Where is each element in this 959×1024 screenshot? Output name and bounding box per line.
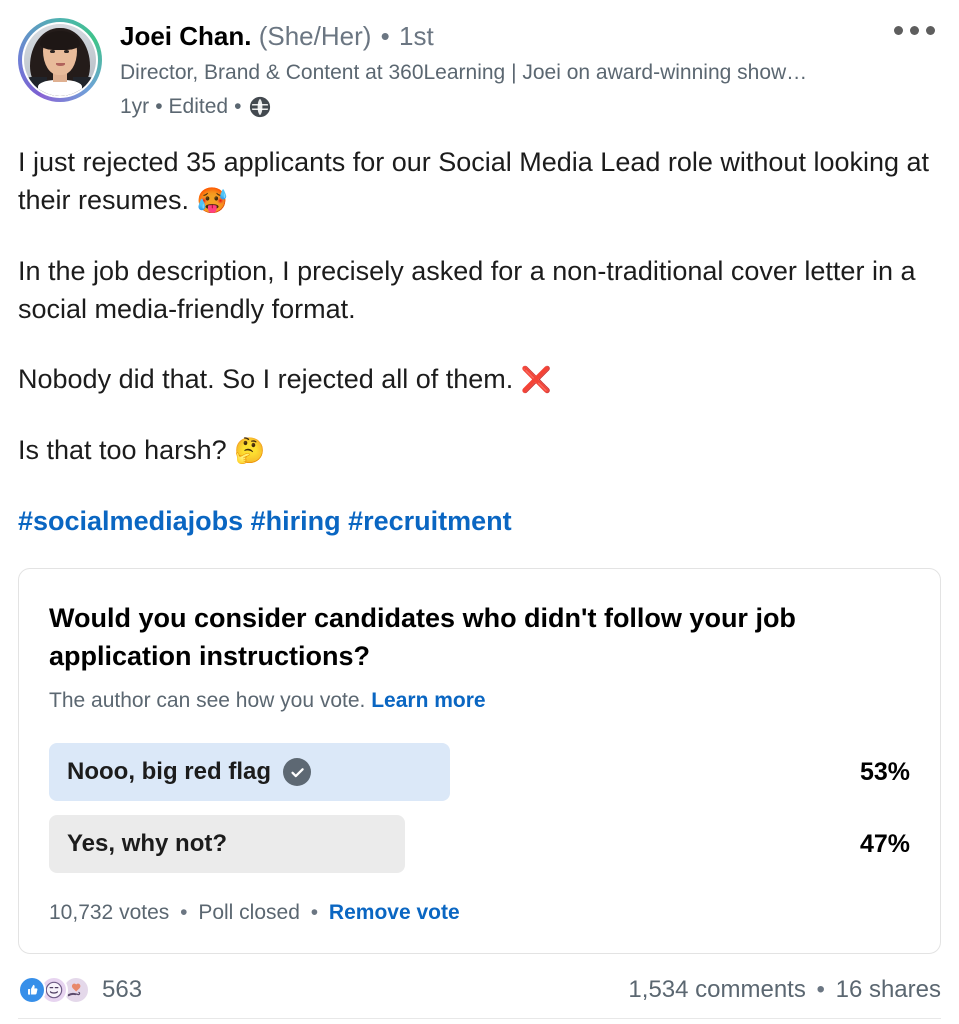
cross-mark-emoji: ❌ <box>520 365 552 394</box>
post-edited-label: Edited <box>168 95 229 118</box>
poll-option-percent: 47% <box>859 829 910 858</box>
social-counts-row: 563 1,534 comments • 16 shares <box>0 960 959 1018</box>
post-age: 1yr <box>120 95 150 118</box>
post-hashtags-line: #socialmediajobs #hiring #recruitment <box>18 502 941 540</box>
paragraph-text: Nobody did that. So I rejected all of th… <box>18 364 521 394</box>
poll-option-label: Yes, why not? <box>67 830 228 857</box>
globe-icon <box>249 96 271 118</box>
check-circle-icon <box>283 758 311 786</box>
poll-footer-separator-2: • <box>310 901 319 924</box>
poll-question: Would you consider candidates who didn't… <box>49 603 796 671</box>
reactions-summary[interactable]: 563 <box>18 976 142 1004</box>
poll-bar-track: Nooo, big red flag <box>49 743 806 801</box>
author-headline: Director, Brand & Content at 360Learning… <box>120 61 808 84</box>
poll-options: Nooo, big red flag 53% Yes, why not? 47% <box>49 743 910 873</box>
avatar-photo <box>24 24 96 96</box>
poll-footer: 10,732 votes • Poll closed • Remove vote <box>49 899 910 927</box>
hashtag-links[interactable]: #socialmediajobs #hiring #recruitment <box>18 506 512 536</box>
poll-vote-count: 10,732 votes <box>49 901 170 924</box>
paragraph-text: In the job description, I precisely aske… <box>18 256 916 324</box>
comments-count[interactable]: 1,534 comments <box>628 976 805 1003</box>
post-paragraph-1: I just rejected 35 applicants for our So… <box>18 143 941 220</box>
more-dot-3 <box>926 26 935 35</box>
thinking-face-emoji: 🤔 <box>234 436 266 465</box>
reaction-count: 563 <box>102 976 143 1003</box>
poll-status: Poll closed <box>198 901 300 924</box>
poll-option-percent: 53% <box>859 757 910 786</box>
linkedin-post: Joei Chan. (She/Her) • 1st Director, Bra… <box>0 0 959 1024</box>
author-pronouns: (She/Her) <box>258 21 372 51</box>
poll-option-label: Nooo, big red flag <box>67 758 271 785</box>
avatar[interactable] <box>18 18 102 102</box>
remove-vote-button[interactable]: Remove vote <box>329 901 460 924</box>
meta-separator-1: • <box>155 95 163 118</box>
post-meta: 1yr • Edited • <box>120 93 945 121</box>
poll-option-label-wrap: Yes, why not? <box>67 815 227 873</box>
post-paragraph-3: Nobody did that. So I rejected all of th… <box>18 360 941 399</box>
bottom-divider <box>18 1018 941 1019</box>
like-reaction-icon <box>18 976 46 1004</box>
post-paragraph-4: Is that too harsh? 🤔 <box>18 431 941 470</box>
author-name[interactable]: Joei Chan. <box>120 21 251 51</box>
social-separator: • <box>816 976 825 1003</box>
meta-separator-2: • <box>234 95 242 118</box>
more-dot-2 <box>910 26 919 35</box>
poll-bar-track: Yes, why not? <box>49 815 806 873</box>
more-options-button[interactable] <box>888 20 941 41</box>
reaction-icon-stack <box>18 976 90 1004</box>
avatar-ring-inner <box>22 22 98 98</box>
paragraph-text: I just rejected 35 applicants for our So… <box>18 147 930 215</box>
more-dot-1 <box>894 26 903 35</box>
poll-option-row[interactable]: Yes, why not? 47% <box>49 815 910 873</box>
poll-card: Would you consider candidates who didn't… <box>18 568 941 954</box>
author-block: Joei Chan. (She/Her) • 1st Director, Bra… <box>120 16 945 121</box>
post-paragraph-2: In the job description, I precisely aske… <box>18 252 941 328</box>
comments-shares-summary[interactable]: 1,534 comments • 16 shares <box>628 976 941 1004</box>
connection-degree: 1st <box>399 21 434 51</box>
hot-face-emoji: 🥵 <box>196 186 228 215</box>
poll-option-row[interactable]: Nooo, big red flag 53% <box>49 743 910 801</box>
poll-subtitle-text: The author can see how you vote. <box>49 689 366 712</box>
shares-count[interactable]: 16 shares <box>836 976 941 1003</box>
learn-more-link[interactable]: Learn more <box>371 689 485 712</box>
poll-footer-separator-1: • <box>180 901 188 924</box>
author-name-line: Joei Chan. (She/Her) • 1st <box>120 20 945 52</box>
post-header: Joei Chan. (She/Her) • 1st Director, Bra… <box>0 0 959 121</box>
name-separator: • <box>380 21 390 51</box>
paragraph-text: Is that too harsh? <box>18 435 235 465</box>
post-content: I just rejected 35 applicants for our So… <box>0 143 959 540</box>
poll-option-label-wrap: Nooo, big red flag <box>67 743 311 801</box>
poll-subtitle: The author can see how you vote. Learn m… <box>49 687 910 715</box>
